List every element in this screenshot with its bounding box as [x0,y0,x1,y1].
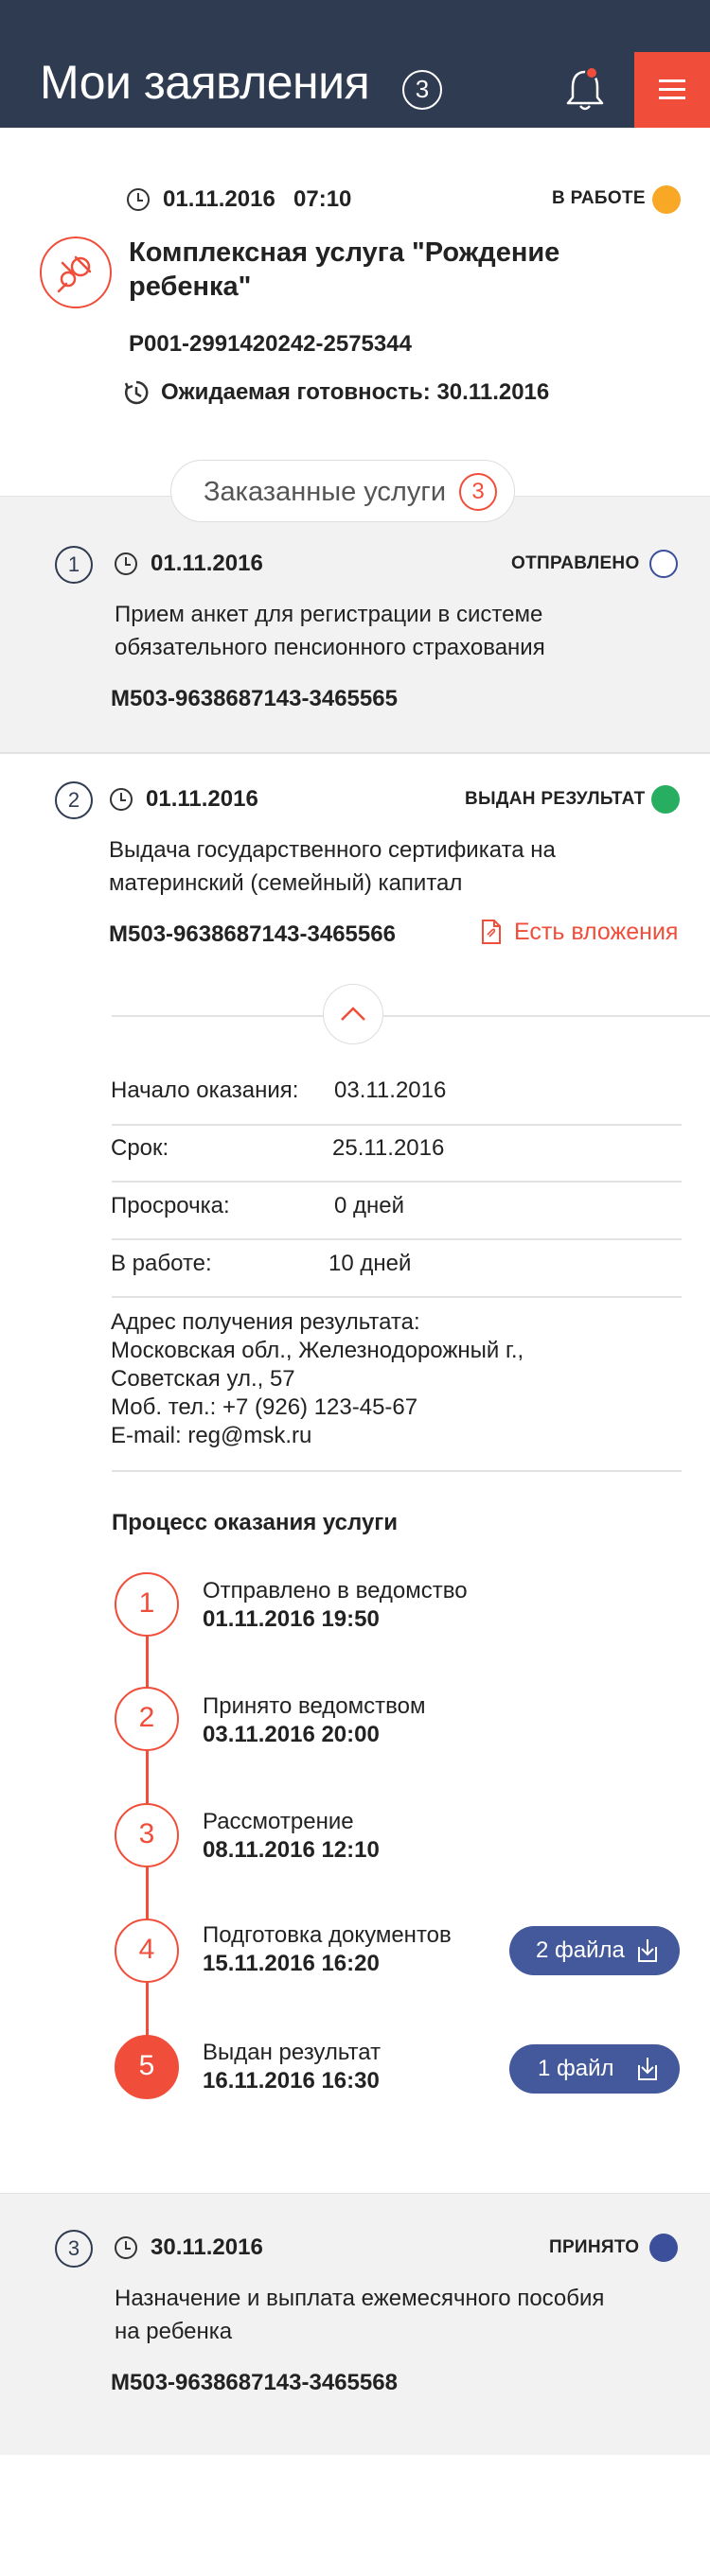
ordered-services-count: 3 [459,473,497,511]
status-dot-result [651,785,680,814]
files-count: 1 файл [538,2056,614,2081]
step-datetime: 01.11.2016 19:50 [203,1606,380,1632]
page-title: Мои заявления [40,56,370,109]
step-label: Принято ведомством [203,1693,426,1719]
start-label: Начало оказания: [111,1078,299,1103]
detail-divider [112,1238,682,1240]
attachments-link[interactable]: Есть вложения [514,919,678,946]
deadline-value: 25.11.2016 [332,1135,445,1161]
service-date: 01.11.2016 [146,786,258,812]
inwork-label: В работе: [111,1251,212,1276]
service-number: 2 [55,781,93,819]
clock-icon [115,2236,137,2259]
deadline-label: Срок: [111,1135,169,1161]
step-label: Отправлено в ведомство [203,1578,468,1603]
step-datetime: 03.11.2016 20:00 [203,1722,380,1747]
step-label: Выдан результат [203,2040,382,2065]
document-icon [482,920,501,944]
step-datetime: 08.11.2016 12:10 [203,1837,380,1863]
start-value: 03.11.2016 [334,1078,447,1103]
service-title-line1: Назначение и выплата ежемесячного пособи… [115,2286,605,2311]
step-number: 1 [115,1572,179,1637]
ordered-services-tab[interactable]: Заказанные услуги 3 [170,460,515,522]
notification-dot [585,66,598,79]
status-dot-in-work [652,185,681,214]
clock-icon [115,552,137,575]
application-date: 01.11.2016 [163,186,275,212]
clock-icon [127,188,150,211]
service-status: ОТПРАВЛЕНО [511,553,640,573]
service-status: ВЫДАН РЕЗУЛЬТАТ [465,789,646,809]
service-date: 01.11.2016 [151,551,263,576]
download-files-button[interactable]: 1 файл [509,2044,680,2094]
service-status: ПРИНЯТО [549,2237,640,2257]
step-datetime: 15.11.2016 16:20 [203,1951,380,1976]
overdue-label: Просрочка: [111,1193,230,1218]
application-card[interactable]: 01.11.2016 07:10 В РАБОТЕ Комплексная ус… [0,128,710,497]
application-title-line2: ребенка" [129,272,252,302]
service-title-line2: на ребенка [115,2319,233,2344]
applications-count-badge: 3 [402,70,442,110]
application-status: В РАБОТЕ [552,188,646,208]
step-number: 4 [115,1919,179,1983]
status-dot-accepted [649,2234,678,2262]
service-title-line1: Прием анкет для регистрации в системе [115,602,543,627]
service-date: 30.11.2016 [151,2234,263,2260]
service-code: M503-9638687143-3465568 [111,2370,398,2395]
service-card-1[interactable]: 1 01.11.2016 ОТПРАВЛЕНО Прием анкет для … [0,497,710,752]
service-title-line2: обязательного пенсионного страхования [115,635,545,660]
process-title: Процесс оказания услуги [112,1510,399,1535]
download-icon [638,2058,657,2080]
files-count: 2 файла [536,1937,625,1963]
application-title-line1: Комплексная услуга "Рождение [129,237,560,268]
status-dot-sent [649,550,678,578]
step-number: 3 [115,1803,179,1867]
detail-divider [112,1124,682,1126]
app-header: Мои заявления 3 [0,0,710,128]
timer-icon [124,380,149,405]
step-number: 2 [115,1687,179,1751]
application-time: 07:10 [293,186,352,212]
service-title-line2: материнский (семейный) капитал [109,870,463,896]
collapse-divider [112,1015,710,1017]
service-number: 1 [55,546,93,584]
application-code: P001-2991420242-2575344 [129,331,412,357]
collapse-button[interactable] [323,984,383,1044]
service-code: M503-9638687143-3465565 [111,686,398,711]
service-card-3[interactable]: 3 30.11.2016 ПРИНЯТО Назначение и выплат… [0,2194,710,2455]
readiness-text: Ожидаемая готовность: 30.11.2016 [161,379,550,405]
service-number: 3 [55,2230,93,2268]
phone: Моб. тел.: +7 (926) 123-45-67 [111,1394,418,1420]
step-number: 5 [115,2035,179,2099]
menu-button[interactable] [634,52,710,128]
email: E-mail: reg@msk.ru [111,1423,312,1448]
step-datetime: 16.11.2016 16:30 [203,2068,380,2094]
address-line1: Московская обл., Железнодорожный г., [111,1338,524,1363]
service-title-line1: Выдача государственного сертификата на [109,837,556,863]
ordered-services-label: Заказанные услуги [204,477,447,507]
menu-icon [659,79,685,82]
detail-divider [112,1470,682,1472]
download-icon [638,1939,657,1962]
address-line2: Советская ул., 57 [111,1366,295,1392]
address-label: Адрес получения результата: [111,1309,420,1335]
step-label: Подготовка документов [203,1922,452,1948]
service-code: M503-9638687143-3465566 [109,921,396,947]
download-files-button[interactable]: 2 файла [509,1926,680,1975]
baby-pacifier-icon [40,237,112,308]
detail-divider [112,1296,682,1298]
clock-icon [110,788,133,811]
service-card-2[interactable]: 2 01.11.2016 ВЫДАН РЕЗУЛЬТАТ Выдача госу… [0,753,710,2193]
inwork-value: 10 дней [328,1251,412,1276]
step-label: Рассмотрение [203,1809,354,1834]
chevron-up-icon [341,1007,365,1021]
overdue-value: 0 дней [334,1193,405,1218]
detail-divider [112,1181,682,1183]
